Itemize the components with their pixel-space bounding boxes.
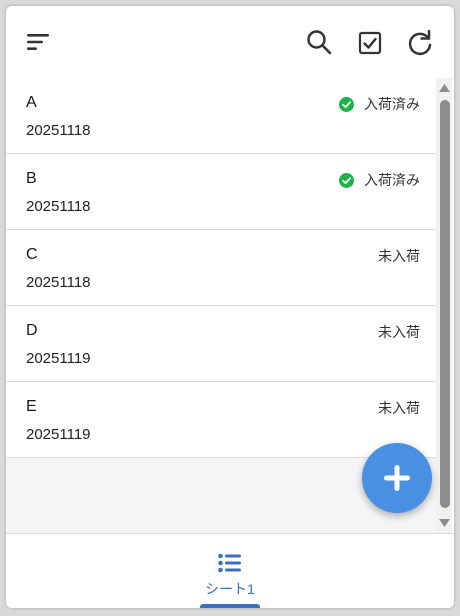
status-text: 未入荷	[378, 324, 420, 340]
item-date: 20251118	[26, 198, 91, 215]
app-frame: A 入荷済み 20251118 B 入荷済み 20251118 C 未入荷 20…	[6, 6, 454, 608]
check-circle-icon	[339, 96, 354, 112]
scrollbar[interactable]	[436, 78, 452, 533]
list-item[interactable]: A 入荷済み 20251118	[6, 78, 438, 154]
status-badge: 入荷済み	[339, 94, 420, 114]
list-item[interactable]: D 未入荷 20251119	[6, 306, 438, 382]
item-title: B	[26, 170, 37, 187]
item-date: 20251118	[26, 122, 91, 139]
status-badge: 入荷済み	[339, 170, 420, 190]
status-text: 入荷済み	[364, 96, 420, 112]
status-text: 未入荷	[378, 400, 420, 416]
status-badge: 未入荷	[378, 398, 420, 418]
active-tab-indicator	[200, 604, 260, 608]
item-title: C	[26, 246, 38, 263]
list-icon	[218, 553, 241, 573]
search-icon[interactable]	[306, 29, 332, 55]
bottom-navigation: シート1	[6, 533, 454, 608]
plus-icon	[384, 465, 410, 491]
status-text: 入荷済み	[364, 172, 420, 188]
scroll-down-arrow-icon[interactable]	[439, 519, 450, 527]
check-circle-icon	[339, 172, 354, 188]
list-item[interactable]: C 未入荷 20251118	[6, 230, 438, 306]
status-text: 未入荷	[378, 248, 420, 264]
item-title: E	[26, 398, 37, 415]
scroll-up-arrow-icon[interactable]	[439, 84, 450, 92]
tab-label: シート1	[205, 581, 255, 597]
item-title: A	[26, 94, 37, 111]
status-badge: 未入荷	[378, 246, 420, 266]
sort-icon[interactable]	[26, 32, 50, 52]
top-toolbar	[6, 6, 454, 79]
add-button[interactable]	[362, 443, 432, 513]
tab-sheet1[interactable]: シート1	[192, 534, 268, 608]
item-date: 20251119	[26, 350, 91, 367]
refresh-icon[interactable]	[406, 29, 434, 57]
scrollbar-thumb[interactable]	[440, 100, 450, 508]
status-badge: 未入荷	[378, 322, 420, 342]
checkbox-icon[interactable]	[358, 31, 382, 55]
item-date: 20251119	[26, 426, 91, 443]
list-item[interactable]: E 未入荷 20251119	[6, 382, 438, 458]
item-title: D	[26, 322, 38, 339]
list-item[interactable]: B 入荷済み 20251118	[6, 154, 438, 230]
item-date: 20251118	[26, 274, 91, 291]
